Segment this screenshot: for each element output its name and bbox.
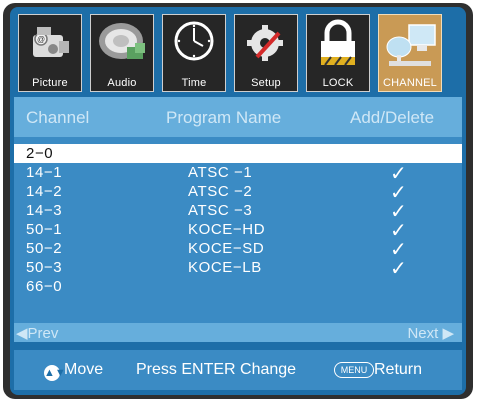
- up-down-arrows-icon: ▲▼: [44, 365, 66, 381]
- column-header-channel: Channel: [26, 108, 90, 127]
- tab-channel-label: CHANNEL: [383, 77, 437, 89]
- program-name: ATSC −2: [188, 183, 253, 200]
- channel-list-panel: Channel Program Name Add/Delete 2−0 14−1…: [14, 97, 462, 342]
- speaker-icon: [99, 23, 145, 59]
- tab-picture-label: Picture: [32, 77, 68, 89]
- help-bar: ▲▼Move Press ENTER Change MENU Return: [14, 350, 462, 390]
- lock-icon: [321, 19, 355, 66]
- tab-lock[interactable]: LOCK: [306, 14, 370, 92]
- tab-channel[interactable]: CHANNEL: [378, 14, 442, 92]
- move-hint: ▲▼Move: [44, 361, 104, 381]
- tab-audio-label: Audio: [107, 77, 137, 89]
- program-name: KOCE−SD: [188, 240, 265, 257]
- tab-lock-label: LOCK: [322, 77, 354, 89]
- channel-number: 50−2: [26, 240, 63, 257]
- tab-setup-label: Setup: [251, 77, 281, 89]
- channel-menu-screen: @ Picture Audio Time Setup LOCK CHANNEL …: [10, 7, 466, 395]
- svg-text:@: @: [37, 35, 45, 44]
- pagination-bar: ◀Prev Next ▶: [14, 323, 462, 342]
- tab-audio[interactable]: Audio: [90, 14, 154, 92]
- program-name: KOCE−HD: [188, 221, 266, 238]
- next-page-button[interactable]: Next ▶: [407, 324, 454, 342]
- tab-picture[interactable]: @ Picture: [18, 14, 82, 92]
- channel-number: 2−0: [26, 145, 54, 162]
- channel-number: 14−1: [26, 164, 63, 181]
- menu-tabs: @ Picture Audio Time Setup LOCK CHANNEL: [14, 9, 466, 92]
- channel-number: 14−2: [26, 183, 63, 200]
- tab-setup[interactable]: Setup: [234, 14, 298, 92]
- prev-page-button[interactable]: ◀Prev: [16, 324, 58, 342]
- gear-tools-icon: [247, 25, 283, 61]
- enter-change-hint: Press ENTER Change: [136, 361, 297, 378]
- program-name: ATSC −3: [188, 202, 253, 219]
- return-hint: Return: [374, 361, 423, 378]
- tv-menu-bezel: @ Picture Audio Time Setup LOCK CHANNEL …: [3, 3, 473, 399]
- channel-number: 50−3: [26, 259, 63, 276]
- satellite-dish-icon: [386, 24, 436, 66]
- column-header-add-delete: Add/Delete: [350, 108, 435, 127]
- tab-time[interactable]: Time: [162, 14, 226, 92]
- channel-number: 66−0: [26, 278, 63, 295]
- channel-table-header: Channel Program Name Add/Delete: [14, 97, 462, 137]
- tab-time-label: Time: [181, 77, 207, 89]
- program-name: KOCE−LB: [188, 259, 262, 276]
- channel-row[interactable]: 66−0: [14, 277, 462, 296]
- channel-row[interactable]: 50−3 KOCE−LB ✓: [14, 258, 462, 280]
- channel-number: 50−1: [26, 221, 63, 238]
- channel-number: 14−3: [26, 202, 63, 219]
- column-header-program-name: Program Name: [166, 108, 282, 127]
- camera-icon: @: [33, 27, 69, 57]
- menu-key-icon: MENU: [334, 362, 374, 378]
- program-name: ATSC −1: [188, 164, 253, 181]
- clock-icon: [174, 21, 214, 61]
